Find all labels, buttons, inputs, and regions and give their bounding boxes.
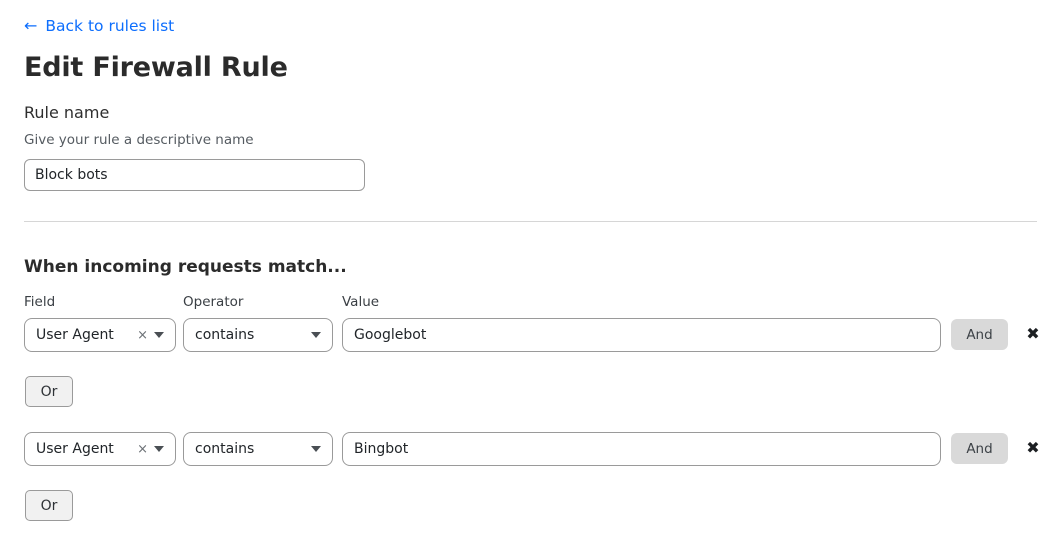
- operator-select-value: contains: [195, 327, 255, 343]
- remove-condition-button[interactable]: ✖: [1022, 323, 1044, 345]
- or-button[interactable]: Or: [25, 490, 73, 521]
- operator-select[interactable]: contains: [183, 318, 333, 352]
- page-title: Edit Firewall Rule: [24, 52, 288, 83]
- field-select[interactable]: User Agent ×: [24, 318, 176, 352]
- match-section-heading: When incoming requests match...: [24, 257, 347, 277]
- or-button[interactable]: Or: [25, 376, 73, 407]
- chevron-down-icon: [154, 446, 164, 452]
- operator-select[interactable]: contains: [183, 432, 333, 466]
- column-header-operator: Operator: [183, 294, 244, 310]
- clear-icon[interactable]: ×: [135, 329, 154, 342]
- rule-name-input[interactable]: [24, 159, 365, 191]
- remove-condition-button[interactable]: ✖: [1022, 437, 1044, 459]
- section-divider: [24, 221, 1037, 222]
- value-input[interactable]: [342, 432, 941, 466]
- and-button[interactable]: And: [951, 433, 1008, 464]
- and-button[interactable]: And: [951, 319, 1008, 350]
- back-link-label: Back to rules list: [45, 17, 175, 35]
- arrow-left-icon: ←: [24, 16, 38, 35]
- field-select[interactable]: User Agent ×: [24, 432, 176, 466]
- rule-name-help-text: Give your rule a descriptive name: [24, 132, 254, 148]
- chevron-down-icon: [311, 446, 321, 452]
- column-header-field: Field: [24, 294, 56, 310]
- back-to-rules-list-link[interactable]: ← Back to rules list: [24, 16, 174, 36]
- condition-row: User Agent × contains And ✖: [0, 432, 1061, 466]
- field-select-value: User Agent: [36, 327, 114, 343]
- value-input[interactable]: [342, 318, 941, 352]
- chevron-down-icon: [311, 332, 321, 338]
- chevron-down-icon: [154, 332, 164, 338]
- condition-row: User Agent × contains And ✖: [0, 318, 1061, 352]
- rule-name-label: Rule name: [24, 103, 110, 122]
- operator-select-value: contains: [195, 441, 255, 457]
- clear-icon[interactable]: ×: [135, 443, 154, 456]
- field-select-value: User Agent: [36, 441, 114, 457]
- column-header-value: Value: [342, 294, 380, 310]
